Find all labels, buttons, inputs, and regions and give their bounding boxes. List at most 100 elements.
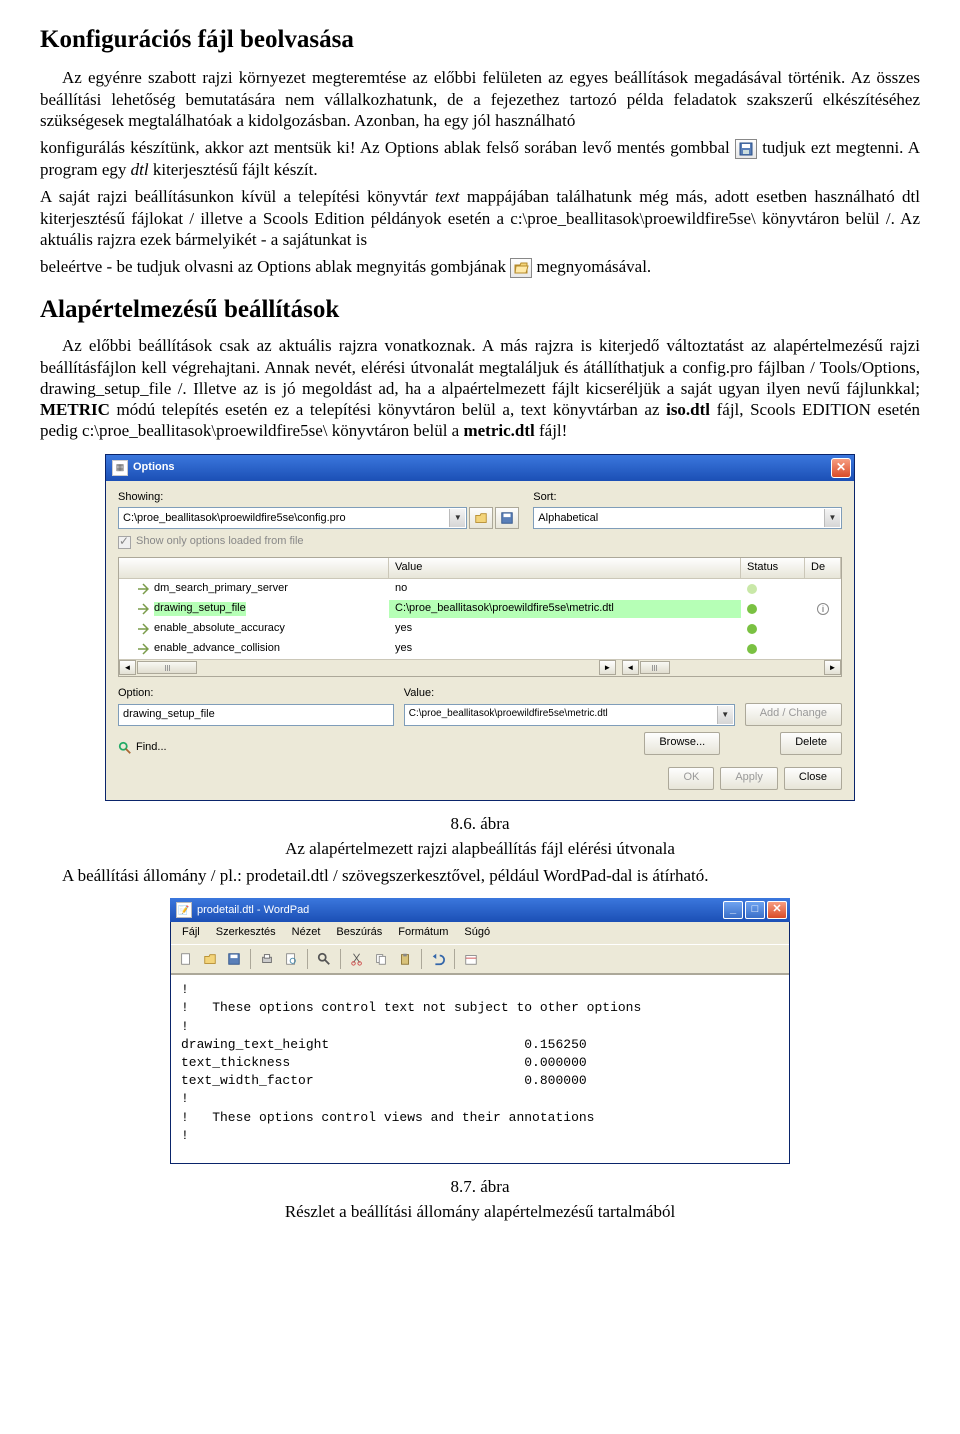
ok-button[interactable]: OK (668, 767, 714, 790)
scroll-thumb[interactable] (137, 661, 197, 674)
fig1-caption: Az alapértelmezett rajzi alapbeállítás f… (40, 838, 920, 859)
p4-pre: Az előbbi beállítások csak az aktuális r… (40, 336, 920, 398)
fig2-number: 8.7. ábra (40, 1176, 920, 1197)
options-titlebar[interactable]: ▦ Options ✕ (106, 455, 854, 481)
menu-item[interactable]: Szerkesztés (209, 924, 283, 942)
table-row[interactable]: drawing_setup_fileC:\proe_beallitasok\pr… (119, 599, 841, 619)
menu-item[interactable]: Beszúrás (329, 924, 389, 942)
para-3: beleértve - be tudjuk olvasni az Options… (40, 256, 920, 278)
wordpad-toolbar[interactable] (171, 944, 789, 974)
save-config-button[interactable] (495, 507, 519, 529)
value-input-value: C:\proe_beallitasok\proewildfire5se\metr… (409, 708, 608, 721)
maximize-icon[interactable]: □ (745, 901, 765, 919)
wordpad-content[interactable]: ! ! These options control text not subje… (171, 974, 789, 1163)
p4-b1: METRIC (40, 400, 110, 419)
cut-icon[interactable] (346, 948, 368, 970)
options-window: ▦ Options ✕ Showing: C:\proe_beallitasok… (105, 454, 855, 801)
para-4: Az előbbi beállítások csak az aktuális r… (40, 335, 920, 441)
menu-item[interactable]: Súgó (457, 924, 497, 942)
scroll-left-icon[interactable]: ◄ (119, 660, 136, 675)
options-table: Value Status De dm_search_primary_server… (118, 557, 842, 677)
apply-button[interactable]: Apply (720, 767, 778, 790)
col-de[interactable]: De (805, 558, 841, 578)
preview-icon[interactable] (280, 948, 302, 970)
table-row[interactable]: enable_advance_collisionyes (119, 639, 841, 659)
find-button[interactable]: Find... (118, 741, 634, 755)
sort-dropdown[interactable]: Alphabetical ▼ (533, 507, 842, 529)
option-input-value: drawing_setup_file (123, 708, 215, 722)
copy-icon[interactable] (370, 948, 392, 970)
p4-b2: iso.dtl (666, 400, 710, 419)
showing-dropdown[interactable]: C:\proe_beallitasok\proewildfire5se\conf… (118, 507, 467, 529)
chevron-down-icon[interactable]: ▼ (717, 706, 733, 724)
para-1b-it: dtl (131, 160, 149, 179)
delete-button[interactable]: Delete (780, 732, 842, 755)
heading-alap: Alapértelmezésű beállítások (40, 294, 920, 325)
open-icon[interactable] (199, 948, 221, 970)
options-title-text: Options (133, 461, 831, 475)
show-only-checkbox-row[interactable]: Show only options loaded from file (118, 535, 842, 549)
p2-pre: A saját rajzi beállításunkon kívül a tel… (40, 187, 435, 206)
fig2-caption: Részlet a beállítási állomány alapértelm… (40, 1201, 920, 1222)
option-label: Option: (118, 687, 394, 701)
minimize-icon[interactable]: _ (723, 901, 743, 919)
close-button[interactable]: Close (784, 767, 842, 790)
menu-item[interactable]: Formátum (391, 924, 455, 942)
save-icon (735, 139, 757, 159)
open-config-button[interactable] (469, 507, 493, 529)
col-name[interactable] (119, 558, 389, 578)
fig1-number: 8.6. ábra (40, 813, 920, 834)
wordpad-titlebar[interactable]: 📝 prodetail.dtl - WordPad _ □ ✕ (170, 898, 790, 922)
para-2: A saját rajzi beállításunkon kívül a tel… (40, 186, 920, 250)
showing-label: Showing: (118, 491, 519, 505)
chevron-down-icon[interactable]: ▼ (824, 509, 840, 527)
print-icon[interactable] (256, 948, 278, 970)
table-header: Value Status De (119, 558, 841, 579)
wordpad-icon: 📝 (176, 902, 192, 918)
para-1a-text: Az egyénre szabott rajzi környezet megte… (40, 68, 920, 130)
h-scrollbar[interactable]: ◄ ► ◄ ► (119, 659, 841, 676)
p4-mid1: módú telepítés esetén ez a telepítési kö… (110, 400, 666, 419)
table-row[interactable]: dm_search_primary_serverno (119, 579, 841, 599)
add-change-button[interactable]: Add / Change (745, 703, 842, 726)
paste-icon[interactable] (394, 948, 416, 970)
table-row[interactable]: enable_absolute_accuracyyes (119, 619, 841, 639)
scroll-right-icon[interactable]: ► (599, 660, 616, 675)
new-icon[interactable] (175, 948, 197, 970)
open-icon (510, 258, 532, 278)
options-window-icon: ▦ (112, 460, 128, 476)
col-value[interactable]: Value (389, 558, 741, 578)
p4-b3: metric.dtl (463, 421, 534, 440)
value-input[interactable]: C:\proe_beallitasok\proewildfire5se\metr… (404, 704, 735, 726)
p2-it1: text (435, 187, 460, 206)
show-only-label: Show only options loaded from file (136, 535, 304, 549)
heading-konfig: Konfigurációs fájl beolvasása (40, 24, 920, 55)
p3-pre: beleértve - be tudjuk olvasni az Options… (40, 257, 510, 276)
menubar[interactable]: FájlSzerkesztésNézetBeszúrásFormátumSúgó (171, 922, 789, 944)
find-icon[interactable] (313, 948, 335, 970)
checkbox-icon[interactable] (118, 536, 131, 549)
option-input[interactable]: drawing_setup_file (118, 704, 394, 726)
scroll-thumb2[interactable] (640, 661, 670, 674)
scroll-right2-icon[interactable]: ► (824, 660, 841, 675)
menu-item[interactable]: Nézet (285, 924, 328, 942)
undo-icon[interactable] (427, 948, 449, 970)
showing-value: C:\proe_beallitasok\proewildfire5se\conf… (123, 512, 346, 526)
browse-button[interactable]: Browse... (644, 732, 720, 755)
chevron-down-icon[interactable]: ▼ (449, 509, 465, 527)
col-status[interactable]: Status (741, 558, 805, 578)
close-icon[interactable]: ✕ (831, 458, 851, 478)
para-1: Az egyénre szabott rajzi környezet megte… (40, 67, 920, 131)
datetime-icon[interactable] (460, 948, 482, 970)
menu-item[interactable]: Fájl (175, 924, 207, 942)
save-icon[interactable] (223, 948, 245, 970)
sort-label: Sort: (533, 491, 842, 505)
p4-end: fájl! (535, 421, 568, 440)
sort-value: Alphabetical (538, 512, 598, 526)
para-1b: konfigurálás készítünk, akkor azt mentsü… (40, 137, 920, 180)
close-icon[interactable]: ✕ (767, 901, 787, 919)
p3-post: megnyomásával. (536, 257, 651, 276)
para-1b-pre: konfigurálás készítünk, akkor azt mentsü… (40, 138, 735, 157)
find-label: Find... (136, 741, 167, 755)
scroll-left2-icon[interactable]: ◄ (622, 660, 639, 675)
